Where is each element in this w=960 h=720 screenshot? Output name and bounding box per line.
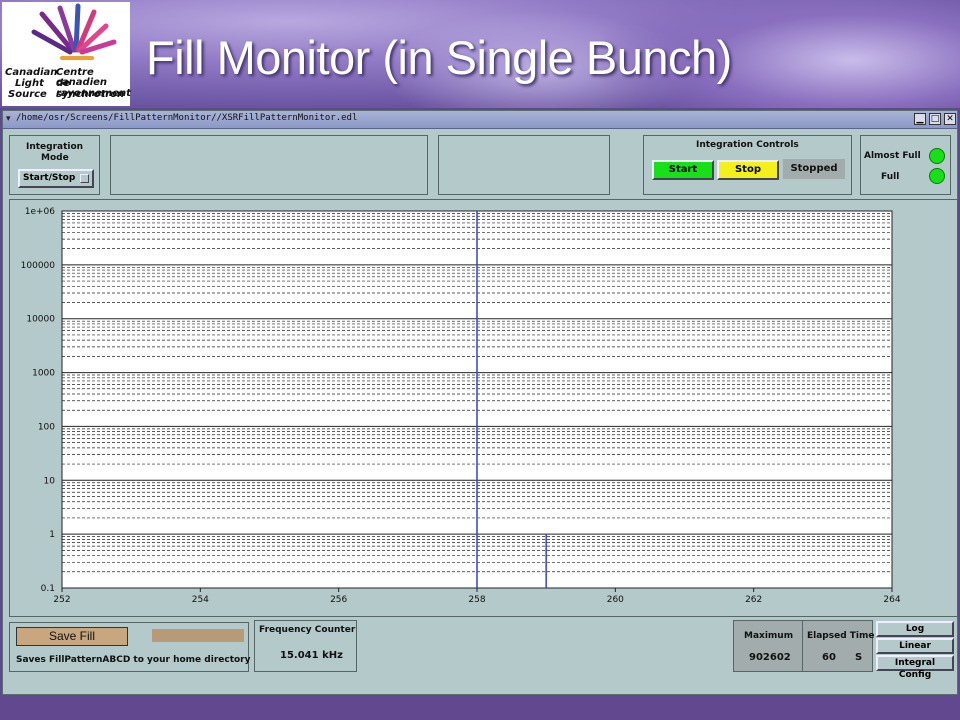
save-description: Saves FillPatternABCD to your home direc… <box>16 655 251 665</box>
full-led <box>929 168 945 184</box>
elapsed-time-label: Elapsed Time <box>807 631 875 641</box>
integral-config-button[interactable]: Integral Config <box>876 655 954 680</box>
window-titlebar[interactable]: ▾ /home/osr/Screens/FillPatternMonitor//… <box>3 111 957 129</box>
x-tick-label: 254 <box>192 595 209 605</box>
x-tick-label: 258 <box>468 595 485 605</box>
y-tick-label: 100000 <box>21 261 56 271</box>
maple-leaf-icon <box>31 3 117 60</box>
fill-indicators-panel: Almost Full Full <box>860 135 951 195</box>
x-tick-label: 252 <box>53 595 70 605</box>
save-fill-button[interactable]: Save Fill <box>16 627 128 646</box>
x-tick-label: 262 <box>745 595 762 605</box>
fill-pattern-plot[interactable]: 0.11101001000100001000001e+06 252 254 256 2… <box>10 200 957 616</box>
frequency-counter-label: Frequency Counter <box>259 625 356 635</box>
integration-status: Stopped <box>783 159 845 179</box>
x-tick-label: 260 <box>607 595 624 605</box>
y-tick-label: 1000 <box>32 369 55 379</box>
maximum-value: 902602 <box>749 652 791 663</box>
stats-divider <box>802 621 803 671</box>
window-path: /home/osr/Screens/FillPatternMonitor//XS… <box>16 113 358 123</box>
log-scale-button[interactable]: Log <box>876 621 954 637</box>
slide-title: Fill Monitor (in Single Bunch) <box>146 31 732 84</box>
frequency-value: 15.041 kHz <box>280 650 343 661</box>
start-stop-toggle[interactable]: Start/Stop <box>18 169 94 188</box>
logo-text-fr-3: synchrotron <box>56 89 125 100</box>
fill-monitor-window: ▾ /home/osr/Screens/FillPatternMonitor//… <box>2 110 958 695</box>
empty-panel-1 <box>110 135 428 195</box>
start-button[interactable]: Start <box>652 160 714 180</box>
y-tick-label: 100 <box>38 422 55 432</box>
toggle-indicator-icon <box>80 174 89 183</box>
x-tick-label: 256 <box>330 595 347 605</box>
maximize-button[interactable]: □ <box>929 113 941 125</box>
y-tick-label: 1 <box>49 530 55 540</box>
stats-panel: Maximum 902602 Elapsed Time 60 S <box>733 620 875 672</box>
minimize-button[interactable]: ▁ <box>914 113 926 125</box>
stop-button[interactable]: Stop <box>717 160 779 180</box>
empty-panel-2 <box>438 135 610 195</box>
slide-banner: Canadian Centre canadien Light de rayonn… <box>0 0 960 108</box>
logo-text-en-1: Canadian <box>5 67 58 78</box>
slide-footer-bar <box>0 695 960 720</box>
y-tick-label: 10000 <box>26 315 55 325</box>
integration-controls-panel: Integration Controls Start Stop Stopped <box>643 135 852 195</box>
save-status-bar <box>152 629 244 642</box>
maximum-label: Maximum <box>744 631 794 641</box>
frequency-counter-panel: Frequency Counter 15.041 kHz <box>254 620 357 672</box>
integration-mode-title-2: Mode <box>41 153 69 163</box>
full-label: Full <box>881 172 900 182</box>
start-stop-label: Start/Stop <box>23 173 76 183</box>
integration-controls-title: Integration Controls <box>696 140 799 150</box>
close-button[interactable]: ✕ <box>944 113 956 125</box>
y-tick-label: 0.1 <box>41 584 55 594</box>
x-axis-ticks: 252 254 256 258 260 262 264 <box>53 588 901 605</box>
almost-full-label: Almost Full <box>864 151 921 161</box>
logo-text-en-3: Source <box>8 89 47 100</box>
fill-pattern-plot-panel: 0.1 1 10 100 1000 10000 100000 1e+06 252 254 256 2… <box>9 199 958 617</box>
integration-mode-title-1: Integration <box>26 142 84 152</box>
window-menu-icon[interactable]: ▾ <box>6 114 11 124</box>
elapsed-time-unit: S <box>855 652 863 663</box>
y-tick-label: 10 <box>44 476 56 486</box>
logo-text-en-2: Light <box>15 78 44 89</box>
y-axis-ticks: 0.1 1 10 100 1000 10000 100000 1e+06 <box>21 207 56 594</box>
cls-logo: Canadian Centre canadien Light de rayonn… <box>2 2 131 106</box>
x-tick-label: 264 <box>883 595 900 605</box>
elapsed-time-value: 60 <box>822 652 836 663</box>
save-fill-panel: Save Fill Saves FillPatternABCD to your … <box>9 622 251 672</box>
almost-full-led <box>929 148 945 164</box>
integration-mode-panel: Integration Mode Start/Stop <box>9 135 100 195</box>
y-tick-label: 1e+06 <box>25 207 56 217</box>
linear-scale-button[interactable]: Linear <box>876 638 954 654</box>
